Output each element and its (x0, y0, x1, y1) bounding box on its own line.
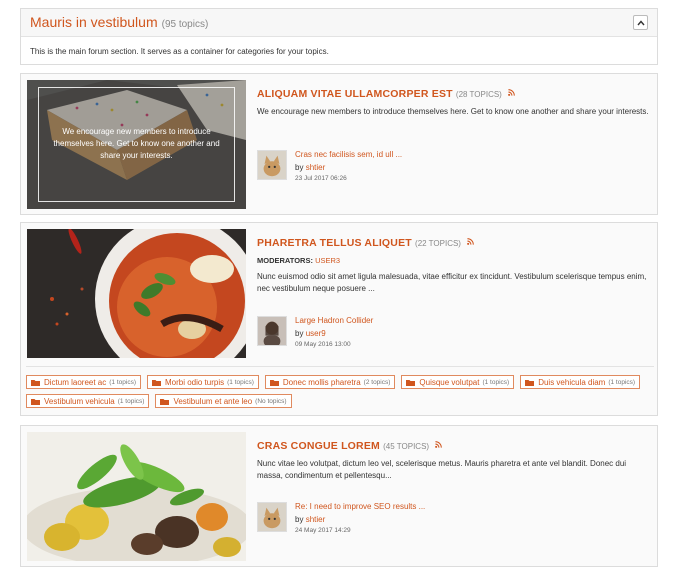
section-topic-count: (95 topics) (161, 19, 209, 30)
last-post-date: 09 May 2016 13:00 (295, 341, 351, 348)
cat-avatar-image (258, 151, 286, 179)
subforum-count: (1 topics) (227, 378, 254, 386)
subforum-count: (1 topics) (482, 378, 510, 386)
moderators: MODERATORS: USER3 (257, 256, 653, 265)
subforum-count: (1 topics) (117, 397, 145, 405)
last-post-date: 24 May 2017 14:29 (295, 527, 351, 534)
category-info: PHARETRA TELLUS ALIQUET (22 TOPICS) MODE… (257, 237, 653, 295)
category-title[interactable]: CRAS CONGUE LOREM (45 TOPICS) (257, 440, 653, 452)
last-post-meta: Cras nec facilisis sem, id ull ... by sh… (295, 150, 495, 182)
moderator-link[interactable]: USER3 (315, 256, 340, 265)
subforum-list: Dictum laoreet ac (1 topics) Morbi odio t… (26, 366, 654, 413)
category-image[interactable]: We encourage new members to introduce th… (27, 80, 246, 209)
subforum-name: Duis vehicula diam (538, 377, 606, 387)
subforum-link[interactable]: Morbi odio turpis (1 topics) (146, 375, 259, 389)
category-info: CRAS CONGUE LOREM (45 TOPICS) Nunc vitae… (257, 440, 653, 482)
subforum-name: Vestibulum et ante leo (173, 396, 253, 406)
by-label: by (295, 163, 304, 172)
category-image[interactable] (27, 229, 246, 358)
curry-photo (27, 229, 246, 358)
salad-photo (27, 432, 246, 561)
section-title-text[interactable]: Mauris in vestibulum (30, 14, 158, 30)
category-description: We encourage new members to introduce th… (257, 107, 649, 116)
subforum-name: Dictum laoreet ac (44, 377, 107, 387)
category-topic-count: (45 TOPICS) (383, 442, 430, 451)
user-avatar-image (258, 317, 286, 345)
rss-icon[interactable] (435, 441, 443, 448)
rss-icon[interactable] (508, 89, 515, 96)
category-topic-count: (28 TOPICS) (455, 90, 502, 99)
last-post-author: by user9 (295, 329, 495, 338)
folder-icon (31, 398, 40, 405)
last-post-author: by shtier (295, 163, 495, 172)
avatar[interactable] (257, 316, 287, 346)
subforum-count: (2 topics) (363, 378, 391, 386)
subforum-link[interactable]: Dictum laoreet ac (1 topics) (26, 375, 141, 389)
subforum-name: Quisque volutpat (419, 377, 480, 387)
folder-icon (31, 379, 40, 386)
subforum-row: Vestibulum vehicula (1 topics) Vestibulum… (26, 394, 654, 408)
section-description: This is the main forum section. It serve… (30, 47, 329, 56)
last-post-meta: Re: I need to improve SEO results ... by… (295, 502, 495, 534)
category-description: Nunc euismod odio sit amet ligula malesu… (257, 272, 647, 293)
last-topic-link[interactable]: Large Hadron Collider (295, 316, 495, 325)
avatar[interactable] (257, 502, 287, 532)
last-topic-link[interactable]: Re: I need to improve SEO results ... (295, 502, 495, 511)
category-title-text[interactable]: ALIQUAM VITAE ULLAMCORPER EST (257, 88, 453, 100)
moderators-label: MODERATORS: (257, 256, 313, 265)
by-label: by (295, 329, 304, 338)
subforum-row: Dictum laoreet ac (1 topics) Morbi odio t… (26, 375, 654, 389)
by-label: by (295, 515, 304, 524)
subforum-link[interactable]: Vestibulum et ante leo (No topics) (155, 394, 292, 408)
category-topic-count: (22 TOPICS) (415, 239, 461, 248)
subforum-link[interactable]: Quisque volutpat (1 topics) (401, 375, 515, 389)
subforum-link[interactable]: Vestibulum vehicula (1 topics) (26, 394, 150, 408)
subforum-count: (1 topics) (608, 378, 636, 386)
folder-icon (406, 379, 416, 386)
section-title[interactable]: Mauris in vestibulum (95 topics) (30, 14, 208, 30)
subforum-count: (No topics) (255, 397, 287, 405)
category-card: We encourage new members to introduce th… (20, 73, 658, 215)
subforum-link[interactable]: Donec mollis pharetra (2 topics) (264, 375, 396, 389)
avatar[interactable] (257, 150, 287, 180)
folder-icon (525, 379, 535, 386)
category-card: PHARETRA TELLUS ALIQUET (22 TOPICS) MODE… (20, 222, 658, 416)
category-info: ALIQUAM VITAE ULLAMCORPER EST (28 TOPICS… (257, 88, 653, 118)
collapse-button[interactable] (633, 15, 648, 30)
forum-section-header: Mauris in vestibulum (95 topics) This is … (20, 8, 658, 65)
subforum-link[interactable]: Duis vehicula diam (1 topics) (520, 375, 641, 389)
category-card: CRAS CONGUE LOREM (45 TOPICS) Nunc vitae… (20, 425, 658, 567)
subforum-name: Donec mollis pharetra (282, 377, 361, 387)
last-post-meta: Large Hadron Collider by user9 09 May 20… (295, 316, 495, 348)
last-topic-link[interactable]: Cras nec facilisis sem, id ull ... (295, 150, 495, 159)
subforum-count: (1 topics) (109, 378, 136, 386)
category-title[interactable]: ALIQUAM VITAE ULLAMCORPER EST (28 TOPICS… (257, 88, 653, 100)
folder-icon (151, 379, 161, 386)
last-post-date: 23 Jul 2017 06:26 (295, 175, 347, 182)
author-link[interactable]: shtier (306, 515, 326, 524)
chevron-up-icon (636, 19, 645, 25)
author-link[interactable]: shtier (306, 163, 326, 172)
author-link[interactable]: user9 (306, 329, 326, 338)
folder-icon (269, 379, 279, 386)
image-overlay-text: We encourage new members to introduce th… (53, 127, 220, 160)
category-description: Nunc vitae leo volutpat, dictum leo vel,… (257, 459, 627, 480)
category-title[interactable]: PHARETRA TELLUS ALIQUET (22 TOPICS) (257, 237, 653, 249)
section-title-bar: Mauris in vestibulum (95 topics) (21, 9, 657, 37)
cat-avatar-image (258, 503, 286, 531)
category-image[interactable] (27, 432, 246, 561)
folder-icon (160, 398, 170, 405)
rss-icon[interactable] (467, 238, 474, 245)
subforum-name: Vestibulum vehicula (44, 396, 115, 406)
category-title-text[interactable]: PHARETRA TELLUS ALIQUET (257, 237, 412, 249)
category-title-text[interactable]: CRAS CONGUE LOREM (257, 440, 380, 452)
subforum-name: Morbi odio turpis (164, 377, 225, 387)
last-post-author: by shtier (295, 515, 495, 524)
